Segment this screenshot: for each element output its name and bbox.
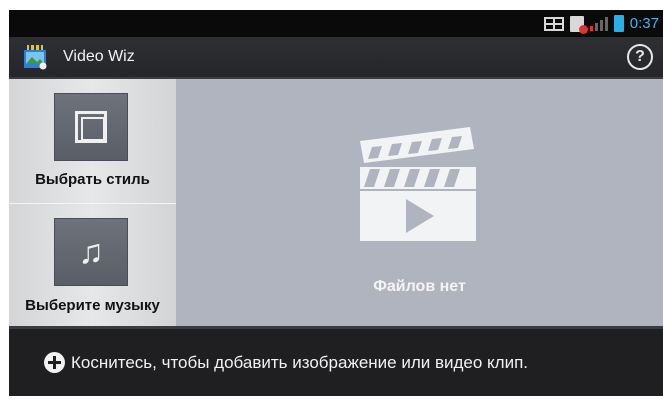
media-area[interactable]: Файлов нет xyxy=(176,79,663,326)
status-time: 0:37 xyxy=(629,15,659,32)
device-screen: 0:37 Video Wiz ? Выбрать стиль ♫ Выберит… xyxy=(9,10,663,396)
add-media-hint: Коснитесь, чтобы добавить изображение ил… xyxy=(71,352,529,372)
sim-alert-icon xyxy=(569,15,588,34)
status-bar: 0:37 xyxy=(9,10,663,37)
add-media-bar[interactable]: Коснитесь, чтобы добавить изображение ил… xyxy=(9,326,663,396)
frame-icon xyxy=(75,111,107,143)
left-panel: Выбрать стиль ♫ Выберите музыку xyxy=(9,79,176,326)
video-wiz-app-icon xyxy=(23,44,49,70)
choose-style-button[interactable]: Выбрать стиль xyxy=(9,79,176,202)
action-bar: Video Wiz ? xyxy=(9,37,663,79)
choose-style-label: Выбрать стиль xyxy=(35,171,150,188)
plus-circle-icon xyxy=(44,352,65,373)
style-tile xyxy=(54,93,128,161)
choose-music-label: Выберите музыку xyxy=(25,297,160,314)
signal-icon xyxy=(589,16,608,31)
empty-state-text: Файлов нет xyxy=(373,278,466,295)
choose-music-button[interactable]: ♫ Выберите музыку xyxy=(9,203,176,327)
music-tile: ♫ xyxy=(54,218,128,286)
battery-icon xyxy=(613,15,624,32)
music-note-icon: ♫ xyxy=(78,233,104,271)
app-title: Video Wiz xyxy=(63,48,135,65)
help-button[interactable]: ? xyxy=(627,44,653,70)
dual-sim-icon xyxy=(543,16,564,31)
clapperboard-play-icon xyxy=(360,127,476,241)
